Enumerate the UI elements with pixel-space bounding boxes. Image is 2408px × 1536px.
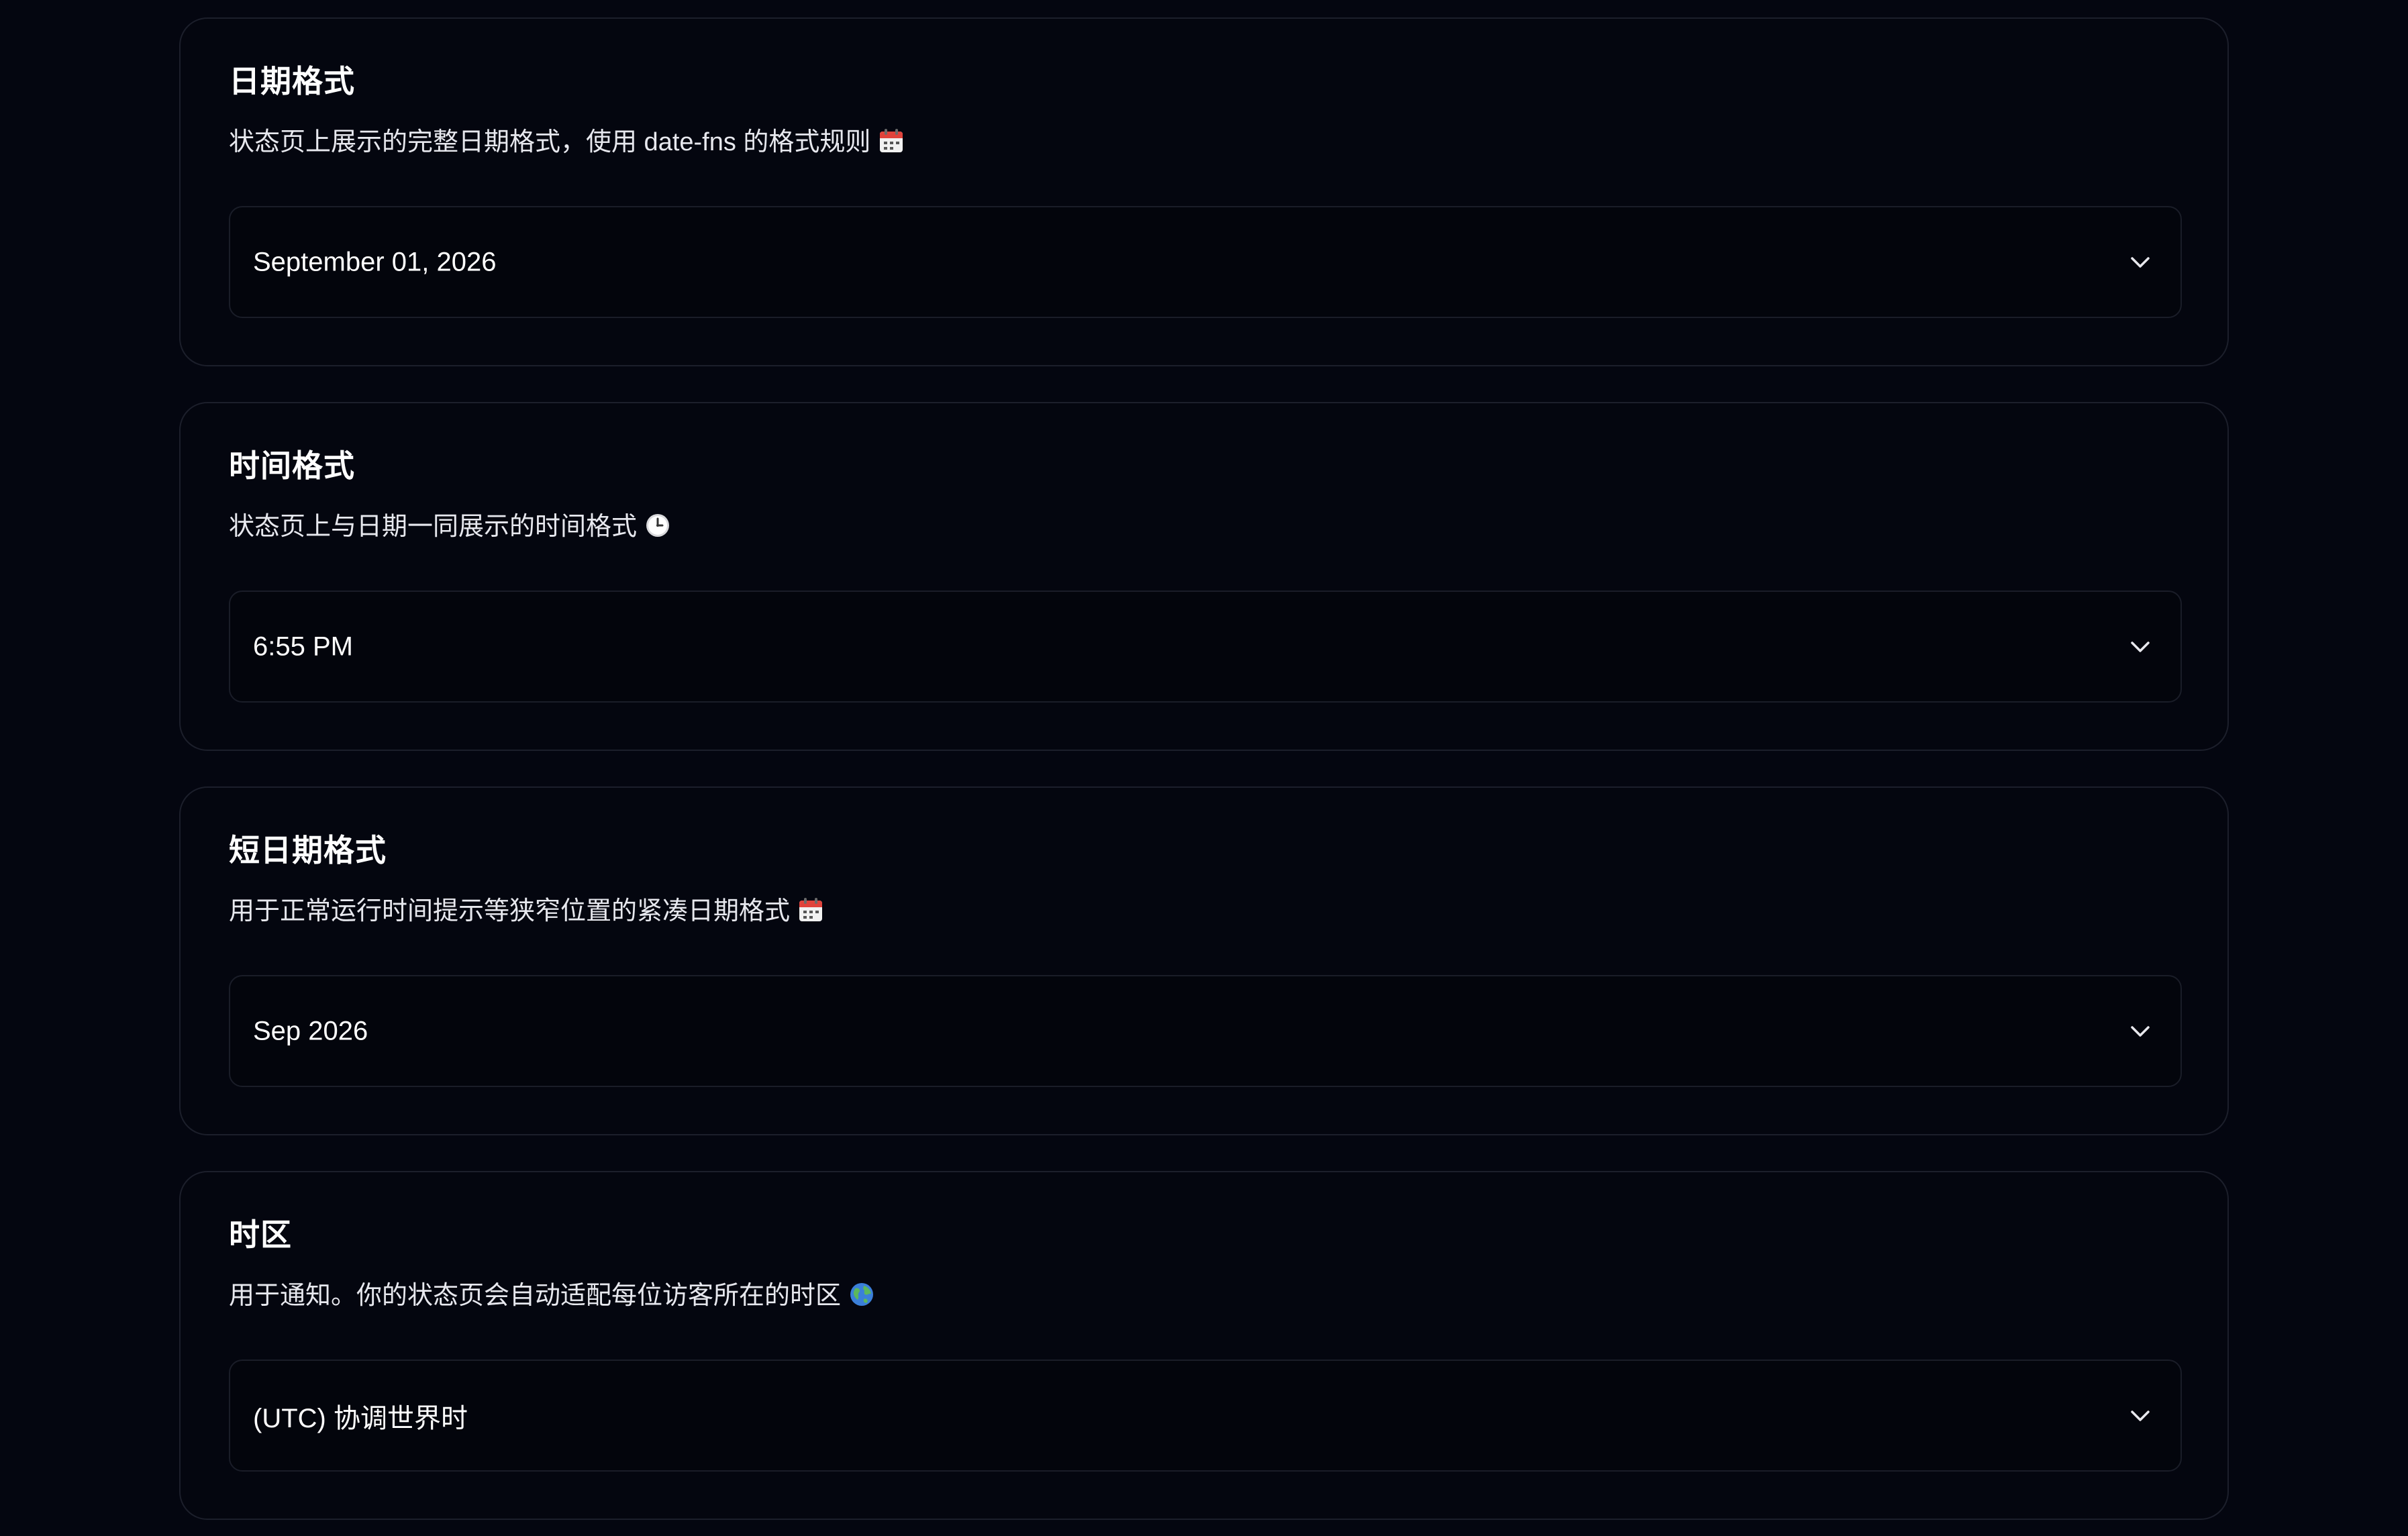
section-description: 用于正常运行时间提示等狭窄位置的紧凑日期格式 bbox=[229, 897, 823, 925]
calendar-icon bbox=[798, 897, 823, 923]
globe-icon bbox=[849, 1282, 874, 1307]
clock-icon bbox=[645, 513, 670, 538]
time-format-select[interactable]: 6:55 PM bbox=[229, 591, 2182, 703]
section-title: 日期格式 bbox=[229, 64, 355, 99]
section-description: 状态页上与日期一同展示的时间格式 bbox=[229, 513, 670, 541]
time-format-card: 时间格式 状态页上与日期一同展示的时间格式 6:55 PM bbox=[179, 402, 2229, 751]
date-format-card: 日期格式 状态页上展示的完整日期格式，使用 date-fns 的格式规则 Sep… bbox=[179, 17, 2229, 366]
section-title: 时间格式 bbox=[229, 448, 355, 483]
chevron-down-icon bbox=[2131, 1410, 2150, 1421]
chevron-down-icon bbox=[2131, 256, 2150, 268]
section-description: 状态页上展示的完整日期格式，使用 date-fns 的格式规则 bbox=[229, 128, 904, 156]
section-description: 用于通知。你的状态页会自动适配每位访客所在的时区 bbox=[229, 1282, 874, 1310]
timezone-select[interactable]: (UTC) 协调世界时 bbox=[229, 1360, 2182, 1472]
timezone-card: 时区 用于通知。你的状态页会自动适配每位访客所在的时区 (UTC) 协调世界时 bbox=[179, 1171, 2229, 1520]
date-format-select[interactable]: September 01, 2026 bbox=[229, 206, 2182, 318]
select-value: (UTC) 协调世界时 bbox=[253, 1403, 468, 1433]
select-value: 6:55 PM bbox=[253, 631, 353, 661]
calendar-icon bbox=[879, 128, 904, 154]
section-title: 短日期格式 bbox=[229, 833, 387, 868]
short-date-format-select[interactable]: Sep 2026 bbox=[229, 975, 2182, 1087]
settings-page: 日期格式 状态页上展示的完整日期格式，使用 date-fns 的格式规则 Sep… bbox=[0, 0, 2408, 1536]
select-value: Sep 2026 bbox=[253, 1016, 368, 1045]
section-title: 时区 bbox=[229, 1217, 292, 1252]
chevron-down-icon bbox=[2131, 1025, 2150, 1037]
short-date-format-card: 短日期格式 用于正常运行时间提示等狭窄位置的紧凑日期格式 Sep 2026 bbox=[179, 786, 2229, 1135]
chevron-down-icon bbox=[2131, 641, 2150, 652]
select-value: September 01, 2026 bbox=[253, 247, 497, 276]
